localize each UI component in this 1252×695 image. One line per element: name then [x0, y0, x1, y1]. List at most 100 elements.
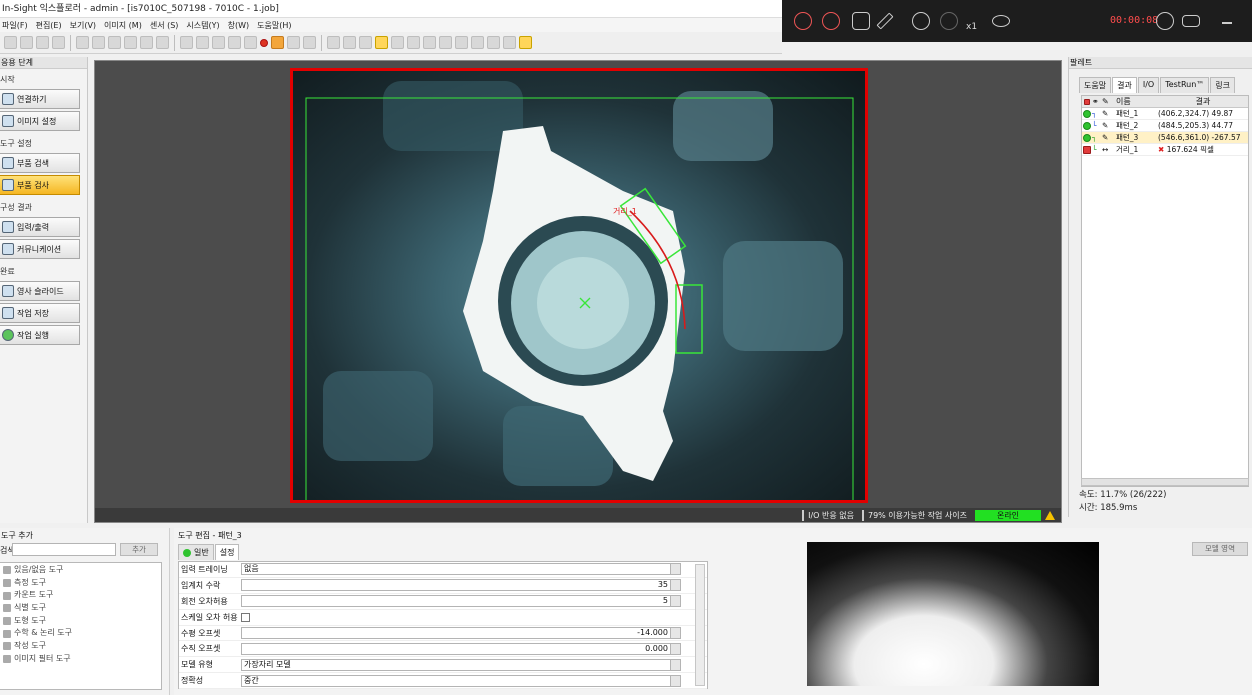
chevron-down-icon[interactable] — [670, 564, 680, 575]
table-row[interactable]: └ ↔ 거리_1 ✖ 167.624 픽셀 — [1082, 144, 1248, 156]
pause-record-icon[interactable] — [794, 12, 812, 30]
settings-scrollbar[interactable] — [695, 564, 705, 686]
menu-help[interactable]: 도움말(H) — [257, 20, 291, 31]
list-item[interactable]: 측정 도구 — [0, 577, 161, 590]
table-row[interactable]: ┐ ✎ 패턴_3 (546.6,361.0) -267.57 — [1082, 132, 1248, 144]
filmstrip-button[interactable]: 영사 슬라이드 — [0, 281, 80, 301]
tab-io[interactable]: I/O — [1137, 77, 1160, 93]
online-icon[interactable] — [519, 36, 532, 49]
camera-icon[interactable] — [503, 36, 516, 49]
trigger-icon[interactable] — [287, 36, 300, 49]
chevron-down-icon[interactable] — [670, 675, 680, 686]
vertical-offset-spinner[interactable]: 0.000 — [241, 642, 681, 655]
zoom-100-icon[interactable] — [391, 36, 404, 49]
image-display[interactable]: 거리_1 I/O 반응 없음 79% 이용가능한 작업 사이즈 온라인 — [94, 60, 1062, 523]
spreadsheet-icon[interactable] — [455, 36, 468, 49]
spinner-icon[interactable] — [670, 643, 680, 654]
settings-icon[interactable] — [471, 36, 484, 49]
list-item[interactable]: 식별 도구 — [0, 602, 161, 615]
column-result[interactable]: 결과 — [1158, 96, 1248, 107]
first-image-icon[interactable] — [180, 36, 193, 49]
accuracy-select[interactable]: 중간 — [241, 674, 681, 687]
online-status[interactable]: 온라인 — [975, 509, 1041, 521]
chevron-down-icon[interactable] — [670, 659, 680, 670]
previous-image-icon[interactable] — [196, 36, 209, 49]
paste-icon[interactable] — [108, 36, 121, 49]
menu-file[interactable]: 파일(F) — [2, 20, 28, 31]
delete-icon[interactable] — [124, 36, 137, 49]
graphics-icon[interactable] — [439, 36, 452, 49]
tab-results[interactable]: 결과 — [1112, 77, 1137, 93]
zoom-fill-icon[interactable] — [375, 36, 388, 49]
save-job-button[interactable]: 작업 저장 — [0, 303, 80, 323]
menu-window[interactable]: 창(W) — [228, 20, 250, 31]
undo-icon[interactable] — [140, 36, 153, 49]
tab-general[interactable]: 일반 — [178, 544, 214, 560]
menu-sensor[interactable]: 센서 (S) — [150, 20, 179, 31]
cut-icon[interactable] — [76, 36, 89, 49]
zoom-in-icon[interactable] — [327, 36, 340, 49]
copy-icon[interactable] — [92, 36, 105, 49]
image-setup-button[interactable]: 이미지 설정 — [0, 111, 80, 131]
horizontal-offset-spinner[interactable]: -14.000 — [241, 627, 681, 639]
list-item[interactable]: 이미지 필터 도구 — [0, 653, 161, 666]
stop-record-icon[interactable] — [822, 12, 840, 30]
screenshot-icon[interactable] — [852, 12, 870, 30]
menu-view[interactable]: 보기(V) — [70, 20, 96, 31]
last-image-icon[interactable] — [244, 36, 257, 49]
menu-edit[interactable]: 편집(E) — [36, 20, 62, 31]
warning-icon[interactable] — [1045, 510, 1055, 520]
redo-icon[interactable] — [156, 36, 169, 49]
scale-tolerance-checkbox[interactable] — [241, 612, 250, 622]
connect-button[interactable]: 연결하기 — [0, 89, 80, 109]
new-icon[interactable] — [4, 36, 17, 49]
refresh-icon[interactable] — [303, 36, 316, 49]
record-icon[interactable] — [260, 38, 268, 47]
visibility-icon[interactable] — [992, 15, 1010, 27]
tab-help[interactable]: 도움말 — [1079, 77, 1112, 93]
zoom-out-recorder-icon[interactable] — [940, 12, 958, 30]
list-item[interactable]: 수학 & 논리 도구 — [0, 627, 161, 640]
communication-button[interactable]: 커뮤니케이션 — [0, 239, 80, 259]
filmstrip-icon[interactable] — [407, 36, 420, 49]
spinner-icon[interactable] — [670, 596, 680, 607]
results-horizontal-scrollbar[interactable] — [1081, 478, 1249, 486]
model-type-select[interactable]: 가장자리 모델 — [241, 658, 681, 671]
minimize-icon[interactable] — [1222, 22, 1232, 24]
locate-part-button[interactable]: 부품 검색 — [0, 153, 80, 173]
inspect-part-button[interactable]: 부품 검사 — [0, 175, 80, 195]
list-item[interactable]: 있음/없음 도구 — [0, 564, 161, 577]
pen-icon[interactable] — [876, 12, 894, 30]
rotation-tolerance-spinner[interactable]: 5 — [241, 595, 681, 608]
camera-image[interactable]: 거리_1 — [290, 68, 868, 503]
list-item[interactable]: 카운트 도구 — [0, 589, 161, 602]
inputs-outputs-button[interactable]: 입력/출력 — [0, 217, 80, 237]
run-job-button[interactable]: 작업 실행 — [0, 325, 80, 345]
input-training-select[interactable]: 없음 — [241, 563, 681, 576]
tab-testrun[interactable]: TestRun™ — [1160, 77, 1210, 93]
list-item[interactable]: 작성 도구 — [0, 640, 161, 653]
menu-system[interactable]: 시스템(Y) — [186, 20, 219, 31]
table-row[interactable]: └ ✎ 패턴_2 (484.5,205.3) 44.77 — [1082, 120, 1248, 132]
add-tool-button[interactable]: 추가 — [120, 543, 158, 556]
model-region-button[interactable]: 모델 영역 — [1192, 542, 1248, 556]
live-video-icon[interactable] — [271, 36, 284, 49]
tool-search-input[interactable] — [12, 543, 116, 556]
alarm-clock-icon[interactable] — [1156, 12, 1174, 30]
zoom-in-recorder-icon[interactable] — [912, 12, 930, 30]
menu-image[interactable]: 이미지 (M) — [104, 20, 142, 31]
column-name[interactable]: 이름 — [1116, 96, 1158, 107]
zoom-fit-icon[interactable] — [359, 36, 372, 49]
display-icon[interactable] — [487, 36, 500, 49]
save-icon[interactable] — [36, 36, 49, 49]
toolbox-icon[interactable] — [1182, 15, 1200, 27]
accept-threshold-spinner[interactable]: 35 — [241, 579, 681, 592]
spinner-icon[interactable] — [670, 580, 680, 591]
open-icon[interactable] — [20, 36, 33, 49]
play-icon[interactable] — [212, 36, 225, 49]
tab-link[interactable]: 링크 — [1210, 77, 1236, 93]
next-image-icon[interactable] — [228, 36, 241, 49]
print-icon[interactable] — [52, 36, 65, 49]
custom-view-icon[interactable] — [423, 36, 436, 49]
spinner-icon[interactable] — [670, 628, 680, 638]
